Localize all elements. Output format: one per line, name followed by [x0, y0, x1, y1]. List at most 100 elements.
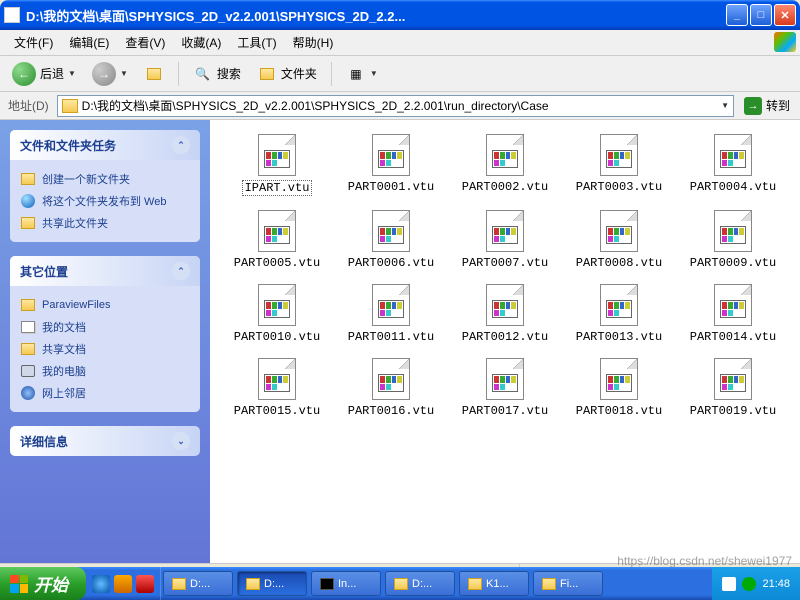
taskbar-task[interactable]: In...	[311, 571, 381, 596]
minimize-button[interactable]: _	[726, 4, 748, 26]
search-button[interactable]: 🔍 搜索	[187, 60, 247, 88]
folder-icon	[62, 99, 78, 113]
file-label: IPART.vtu	[242, 180, 313, 196]
forward-button[interactable]: → ▼	[86, 58, 134, 90]
file-item[interactable]: PART0002.vtu	[450, 132, 560, 198]
titlebar: D:\我的文档\桌面\SPHYSICS_2D_v2.2.001\SPHYSICS…	[0, 0, 800, 30]
vtu-file-icon	[258, 284, 296, 326]
main-area: 文件和文件夹任务 ⌃ 创建一个新文件夹 将这个文件夹发布到 Web 共享此文件夹…	[0, 120, 800, 563]
start-button[interactable]: 开始	[0, 567, 86, 600]
tray-icon[interactable]	[722, 577, 736, 591]
file-item[interactable]: PART0013.vtu	[564, 282, 674, 346]
file-tasks-title: 文件和文件夹任务	[20, 137, 116, 154]
system-tray[interactable]: 21:48	[712, 567, 800, 600]
vtu-file-icon	[258, 358, 296, 400]
file-item[interactable]: PART0018.vtu	[564, 356, 674, 420]
maximize-button[interactable]: □	[750, 4, 772, 26]
file-label: PART0008.vtu	[576, 256, 662, 270]
file-tasks-header[interactable]: 文件和文件夹任务 ⌃	[10, 130, 200, 160]
file-label: PART0011.vtu	[348, 330, 434, 344]
address-input[interactable]	[82, 99, 721, 113]
file-item[interactable]: PART0010.vtu	[222, 282, 332, 346]
details-panel: 详细信息 ⌄	[10, 426, 200, 456]
menu-file[interactable]: 文件(F)	[6, 30, 61, 55]
file-item[interactable]: PART0017.vtu	[450, 356, 560, 420]
file-item[interactable]: PART0007.vtu	[450, 208, 560, 272]
close-button[interactable]: ✕	[774, 4, 796, 26]
windows-logo-icon	[774, 32, 796, 52]
menu-view[interactable]: 查看(V)	[117, 30, 173, 55]
app-icon[interactable]	[136, 575, 154, 593]
menu-favorites[interactable]: 收藏(A)	[173, 30, 229, 55]
place-my-computer[interactable]: 我的电脑	[20, 360, 190, 382]
vtu-file-icon	[486, 358, 524, 400]
quick-launch	[86, 567, 161, 600]
address-label: 地址(D)	[4, 97, 53, 114]
place-paraviewfiles[interactable]: ParaviewFiles	[20, 294, 190, 316]
taskbar-task[interactable]: Fi...	[533, 571, 603, 596]
vtu-file-icon	[600, 284, 638, 326]
file-item[interactable]: PART0005.vtu	[222, 208, 332, 272]
address-input-wrap[interactable]: ▼	[57, 95, 734, 117]
go-label: 转到	[766, 97, 790, 114]
app-icon[interactable]	[114, 575, 132, 593]
other-places-header[interactable]: 其它位置 ⌃	[10, 256, 200, 286]
task-new-folder[interactable]: 创建一个新文件夹	[20, 168, 190, 190]
menu-help[interactable]: 帮助(H)	[285, 30, 342, 55]
file-label: PART0003.vtu	[576, 180, 662, 194]
file-item[interactable]: PART0003.vtu	[564, 132, 674, 198]
file-item[interactable]: PART0004.vtu	[678, 132, 788, 198]
file-pane[interactable]: IPART.vtu PART0001.vtu PART0002.vtu PART…	[210, 120, 800, 563]
vtu-file-icon	[372, 358, 410, 400]
back-label: 后退	[40, 65, 64, 82]
menu-tools[interactable]: 工具(T)	[229, 30, 284, 55]
file-item[interactable]: PART0001.vtu	[336, 132, 446, 198]
network-icon	[20, 385, 36, 401]
file-item[interactable]: PART0008.vtu	[564, 208, 674, 272]
place-network[interactable]: 网上邻居	[20, 382, 190, 404]
task-publish-web[interactable]: 将这个文件夹发布到 Web	[20, 190, 190, 212]
go-button[interactable]: → 转到	[738, 95, 796, 117]
file-label: PART0002.vtu	[462, 180, 548, 194]
file-item[interactable]: PART0014.vtu	[678, 282, 788, 346]
file-item[interactable]: PART0011.vtu	[336, 282, 446, 346]
vtu-file-icon	[600, 358, 638, 400]
folders-label: 文件夹	[281, 65, 317, 82]
file-item[interactable]: IPART.vtu	[222, 132, 332, 198]
taskbar-task[interactable]: D:...	[385, 571, 455, 596]
file-label: PART0006.vtu	[348, 256, 434, 270]
dropdown-icon: ▼	[68, 69, 76, 78]
up-button[interactable]	[138, 60, 170, 88]
vtu-file-icon	[714, 210, 752, 252]
file-item[interactable]: PART0016.vtu	[336, 356, 446, 420]
folders-button[interactable]: 文件夹	[251, 60, 323, 88]
views-button[interactable]: ▦ ▼	[340, 60, 384, 88]
toolbar: ← 后退 ▼ → ▼ 🔍 搜索 文件夹 ▦ ▼	[0, 56, 800, 92]
chevron-up-icon: ⌃	[172, 136, 190, 154]
details-header[interactable]: 详细信息 ⌄	[10, 426, 200, 456]
file-item[interactable]: PART0006.vtu	[336, 208, 446, 272]
file-item[interactable]: PART0015.vtu	[222, 356, 332, 420]
place-shared-docs[interactable]: 共享文档	[20, 338, 190, 360]
menu-edit[interactable]: 编辑(E)	[61, 30, 117, 55]
file-label: PART0014.vtu	[690, 330, 776, 344]
file-item[interactable]: PART0019.vtu	[678, 356, 788, 420]
dropdown-icon[interactable]: ▼	[721, 101, 729, 110]
file-label: PART0013.vtu	[576, 330, 662, 344]
task-share-folder[interactable]: 共享此文件夹	[20, 212, 190, 234]
taskbar-task[interactable]: K1...	[459, 571, 529, 596]
other-places-body: ParaviewFiles 我的文档 共享文档 我的电脑 网上邻居	[10, 286, 200, 412]
tray-icon[interactable]	[742, 577, 756, 591]
file-label: PART0012.vtu	[462, 330, 548, 344]
place-my-documents[interactable]: 我的文档	[20, 316, 190, 338]
file-item[interactable]: PART0012.vtu	[450, 282, 560, 346]
file-label: PART0016.vtu	[348, 404, 434, 418]
file-label: PART0007.vtu	[462, 256, 548, 270]
file-item[interactable]: PART0009.vtu	[678, 208, 788, 272]
back-button[interactable]: ← 后退 ▼	[6, 58, 82, 90]
file-label: PART0010.vtu	[234, 330, 320, 344]
file-label: PART0005.vtu	[234, 256, 320, 270]
taskbar-task[interactable]: D:...	[163, 571, 233, 596]
taskbar-task[interactable]: D:...	[237, 571, 307, 596]
ie-icon[interactable]	[92, 575, 110, 593]
